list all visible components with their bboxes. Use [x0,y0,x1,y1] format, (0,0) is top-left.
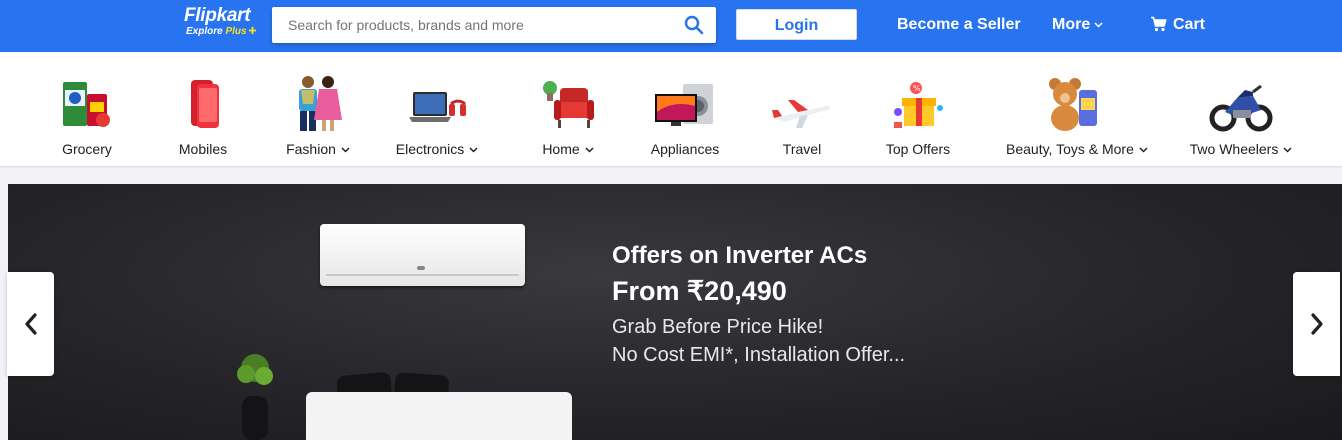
cart-icon [1151,16,1167,32]
category-navigation: Grocery Mobiles Fashion Electronics Home… [0,52,1342,166]
category-label: Beauty, Toys & More [1006,140,1148,158]
chevron-left-icon [24,313,37,335]
category-label: Home [503,140,633,158]
ac-logo [417,266,425,270]
become-seller-link[interactable]: Become a Seller [897,16,1021,34]
svg-text:%: % [913,84,921,93]
sofa-image [306,392,572,440]
plus-icon [248,26,256,35]
banner-title: Offers on Inverter ACs [612,242,868,269]
chevron-down-icon [469,147,478,153]
category-label-text: Two Wheelers [1189,141,1279,157]
carousel-prev-button[interactable] [7,272,54,376]
gift-icon: % [853,66,983,132]
category-label: Top Offers [885,141,951,157]
banner-line-1: Grab Before Price Hike! [612,316,824,338]
chevron-right-icon [1310,313,1323,335]
category-electronics[interactable]: Electronics [372,66,502,158]
tagline-plus: Plus [225,26,247,37]
brand-tagline: Explore Plus [186,26,257,38]
chevron-down-icon [1283,147,1292,153]
category-label-text: Electronics [395,141,465,157]
teddy-bear-icon [1006,66,1136,132]
tv-washer-icon [620,66,750,132]
more-label: More [1052,16,1091,33]
category-two-wheelers[interactable]: Two Wheelers [1176,66,1306,158]
search-input[interactable] [272,7,662,43]
category-label: Grocery [62,141,112,157]
air-conditioner-image [320,224,525,286]
category-label-text: Fashion [286,141,336,157]
category-label: Appliances [650,141,720,157]
cart-label: Cart [1173,16,1206,33]
category-top-offers[interactable]: % Top Offers [853,66,983,158]
category-travel[interactable]: Travel [737,66,867,158]
motorcycle-icon [1176,66,1306,132]
chevron-down-icon [1094,22,1103,28]
airplane-icon [737,66,867,132]
search-icon[interactable] [684,15,704,35]
category-mobiles[interactable]: Mobiles [138,66,268,158]
category-grocery[interactable]: Grocery [22,66,152,158]
plant-image [237,354,273,440]
mobile-icon [138,66,268,132]
more-menu[interactable]: More [1052,16,1103,34]
category-appliances[interactable]: Appliances [620,66,750,158]
banner-price: From ₹20,490 [612,276,787,306]
carousel-next-button[interactable] [1293,272,1340,376]
category-label: Fashion [253,140,383,158]
chevron-down-icon [1139,147,1148,153]
top-header: Flipkart Explore Plus Login Become a Sel… [0,0,1342,52]
chevron-down-icon [341,147,350,153]
grocery-icon [22,66,152,132]
category-fashion[interactable]: Fashion [253,66,383,158]
chevron-down-icon [585,147,594,153]
laptop-icon [372,66,502,132]
category-label: Two Wheelers [1176,140,1306,158]
category-label: Electronics [372,140,502,158]
category-label: Travel [782,141,822,157]
category-label-text: Beauty, Toys & More [1006,141,1134,157]
category-beauty-toys[interactable]: Beauty, Toys & More [1006,66,1148,158]
flipkart-logo[interactable]: Flipkart Explore Plus [184,5,257,38]
fashion-icon [253,66,383,132]
banner-line-2: No Cost EMI*, Installation Offer... [612,344,906,366]
cart-button[interactable]: Cart [1150,16,1205,34]
ac-vent [326,274,519,276]
category-label-text: Home [542,141,580,157]
brand-name: Flipkart [184,5,251,26]
tagline-explore: Explore [186,26,223,37]
login-button[interactable]: Login [736,9,857,40]
armchair-icon [503,66,633,132]
category-label: Mobiles [178,141,228,157]
search-box [272,7,716,43]
promo-banner[interactable]: Offers on Inverter ACs From ₹20,490 Grab… [8,184,1342,440]
category-home[interactable]: Home [503,66,633,158]
